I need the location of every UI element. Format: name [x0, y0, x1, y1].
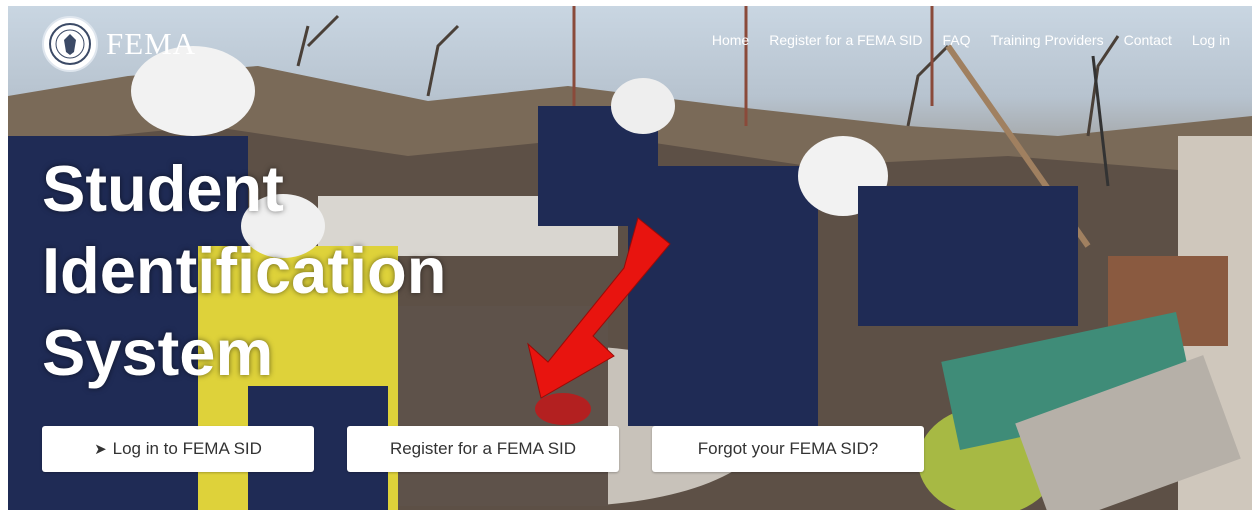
register-button-label: Register for a FEMA SID: [389, 439, 577, 458]
register-for-fema-sid-button[interactable]: Register for a FEMA SID: [347, 426, 619, 472]
hero-banner: FEMA Home Register for a FEMA SID FAQ Tr…: [8, 6, 1252, 510]
forgot-fema-sid-button[interactable]: Forgot your FEMA SID?: [652, 426, 924, 472]
forgot-button-label: Forgot your FEMA SID?: [697, 439, 879, 458]
login-button-label: Log in to FEMA SID: [112, 439, 262, 458]
sign-in-icon: ➤: [94, 441, 107, 458]
login-to-fema-sid-button[interactable]: ➤ Log in to FEMA SID: [42, 426, 314, 472]
